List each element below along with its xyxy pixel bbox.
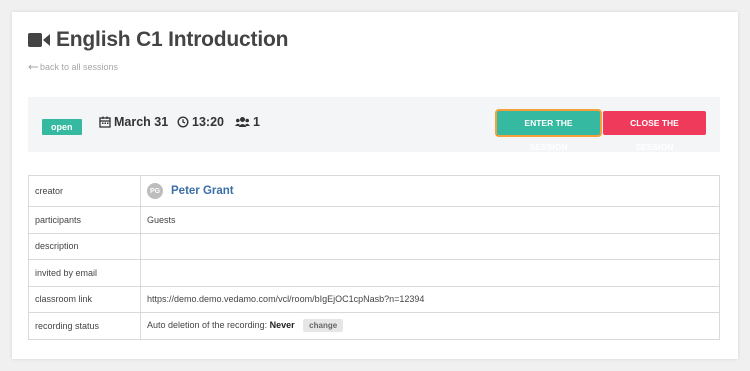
arrow-left-icon (28, 64, 38, 70)
calendar-icon (99, 116, 111, 128)
session-date-value: March 31 (114, 115, 169, 129)
participants-count-value: 1 (253, 115, 260, 129)
classroom-link-label: classroom link (28, 285, 141, 313)
session-time-value: 13:20 (192, 115, 224, 129)
classroom-link-value[interactable]: https://demo.demo.vedamo.com/vcl/room/bI… (140, 285, 720, 313)
creator-label: creator (28, 175, 141, 207)
description-label: description (28, 232, 141, 260)
session-participants-count: 1 (235, 115, 260, 129)
table-row: classroom link https://demo.demo.vedamo.… (28, 285, 720, 313)
table-row: description (28, 232, 720, 260)
clock-icon (177, 116, 189, 128)
session-details-table: creator PG Peter Grant participants Gues… (28, 175, 720, 340)
back-to-sessions-link[interactable]: back to all sessions (28, 62, 118, 72)
table-row: recording status Auto deletion of the re… (28, 312, 720, 340)
recording-prefix: Auto deletion of the recording: (147, 320, 268, 331)
enter-session-button[interactable]: ENTER THE SESSION (497, 111, 600, 152)
participants-label: participants (28, 206, 141, 234)
change-button[interactable]: change (303, 319, 344, 333)
session-date: March 31 (99, 115, 168, 129)
page-title: English C1 Introduction (56, 28, 289, 51)
table-row: creator PG Peter Grant (28, 175, 720, 207)
description-value (140, 232, 720, 260)
close-session-button[interactable]: CLOSE THE SESSION (603, 111, 706, 152)
table-row: participants Guests (28, 206, 720, 234)
avatar: PG (147, 183, 163, 199)
session-info-bar: open March 31 13:20 1 ENTER THE SESSION … (28, 97, 720, 152)
invited-value (140, 259, 720, 287)
creator-cell: PG Peter Grant (140, 175, 720, 207)
table-row: invited by email (28, 259, 720, 287)
back-link-label: back to all sessions (40, 62, 119, 72)
invited-label: invited by email (28, 259, 141, 287)
recording-status-label: recording status (28, 312, 141, 340)
video-camera-icon (28, 33, 50, 47)
recording-status-cell: Auto deletion of the recording: Never ch… (140, 312, 720, 340)
status-badge: open (42, 119, 82, 135)
creator-name-link[interactable]: Peter Grant (171, 185, 234, 197)
recording-value: Never (269, 320, 295, 331)
users-icon (235, 117, 250, 127)
session-time: 13:20 (177, 115, 224, 129)
session-card: English C1 Introduction back to all sess… (12, 12, 738, 359)
participants-value: Guests (140, 206, 720, 234)
page-header: English C1 Introduction (28, 28, 288, 52)
